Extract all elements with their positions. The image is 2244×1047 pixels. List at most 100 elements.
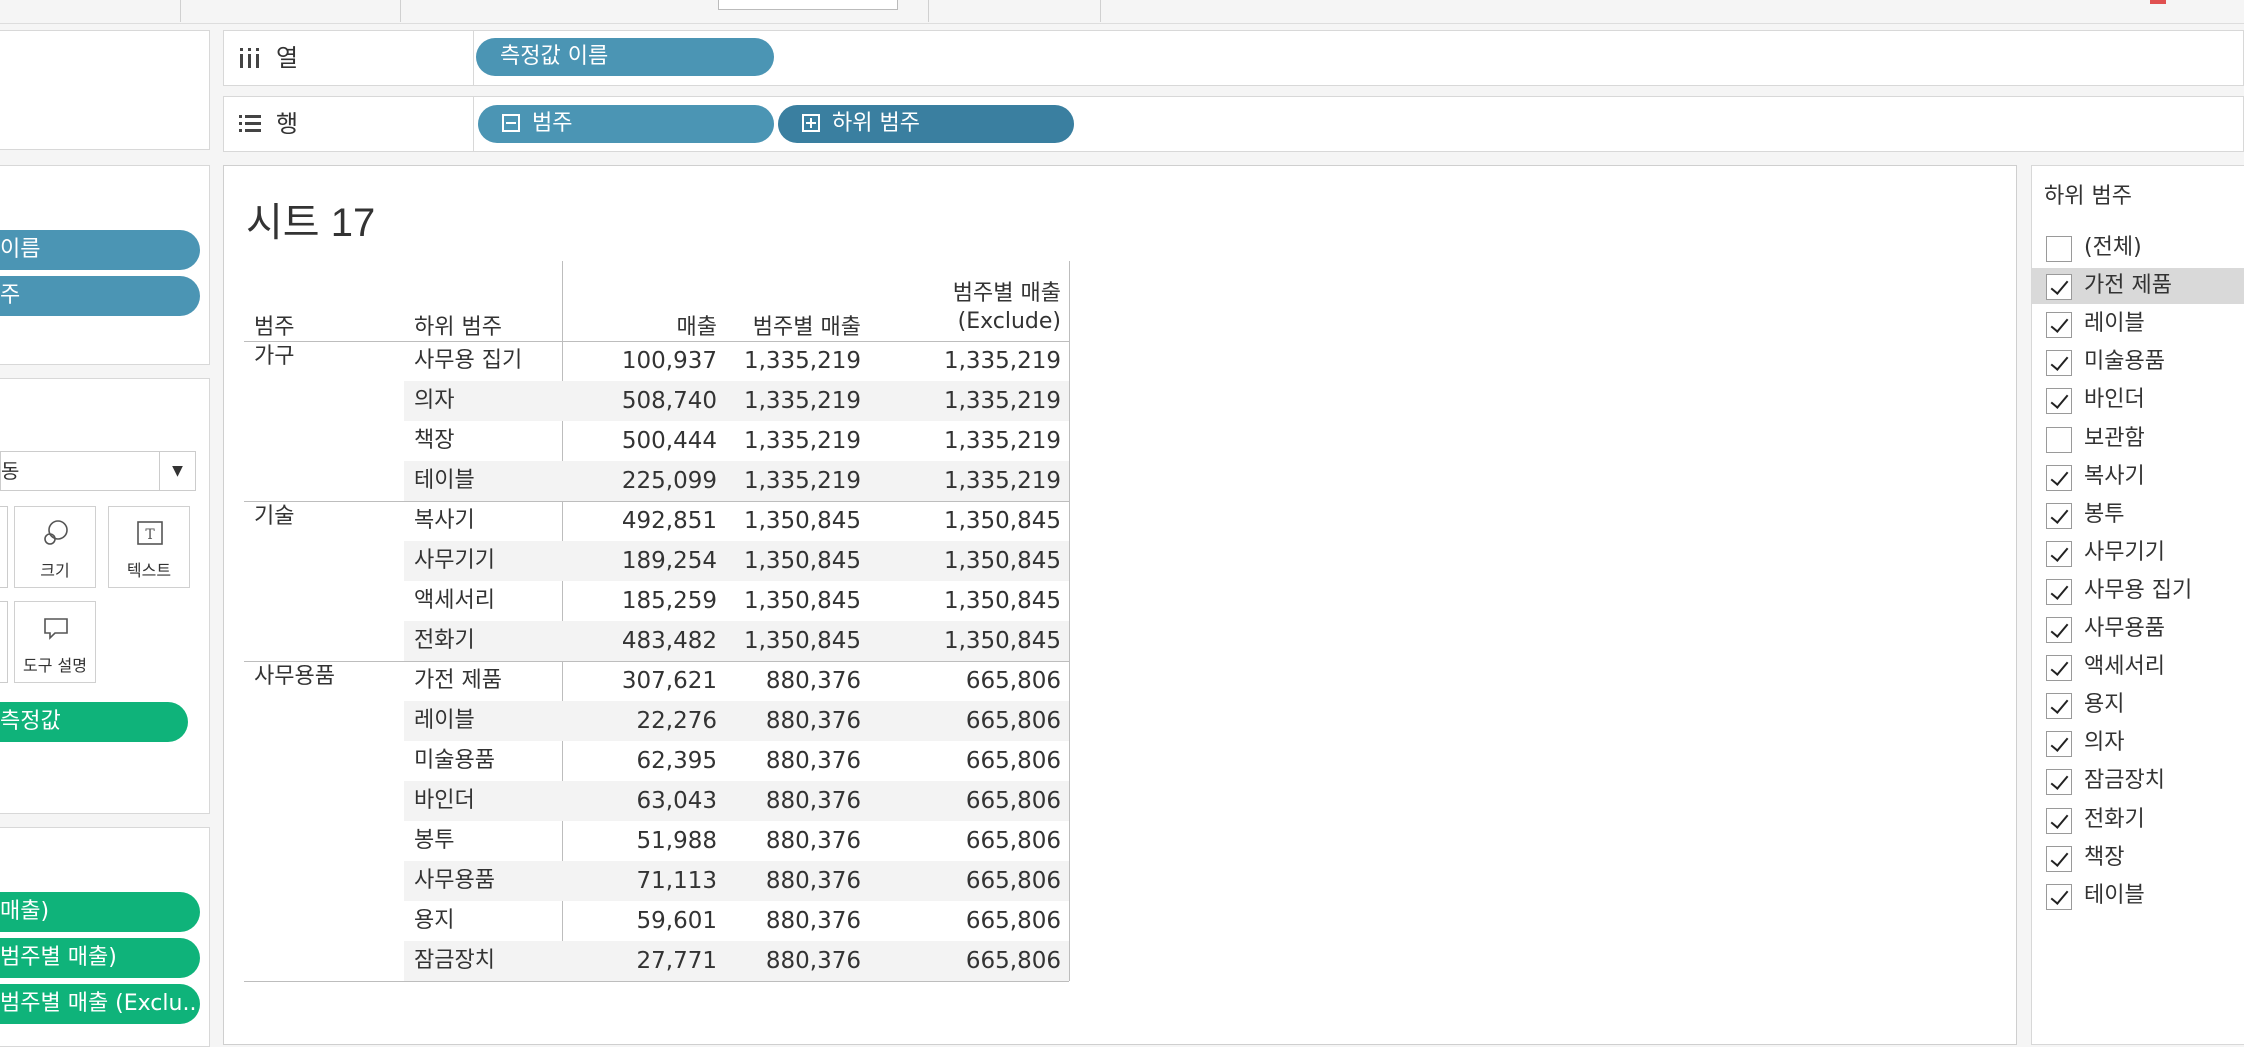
filter-item[interactable]: 사무용 집기 [2032,573,2244,609]
sales-cell: 483,482 [621,628,717,654]
header-sales-by-category-exclude: 범주별 매출 [952,281,1061,306]
tooltip-icon [44,618,68,640]
filter-item[interactable]: 잠금장치 [2032,763,2244,799]
tooltip-button[interactable]: 도구 설명 [14,601,96,683]
subcategory-cell: 미술용품 [414,748,495,773]
sales-cell: 508,740 [621,388,717,414]
color-button[interactable] [0,506,8,588]
subcategory-filter-card: 하위 범주 (전체) 가전 제품 레이블 미술용품 바인더 보관함 복사기 봉투 사무기기 사무용… [2031,165,2244,1045]
sales-cell: 100,937 [621,348,717,374]
subcategory-cell: 의자 [414,388,455,413]
detail-button[interactable] [0,601,8,683]
checkbox-checked[interactable] [2046,617,2072,643]
measure-names-pill[interactable]: 이름 [0,230,200,270]
filter-item[interactable]: (전체) [2032,230,2244,266]
filter-item[interactable]: 사무기기 [2032,535,2244,571]
toolbar-dropdown[interactable] [718,0,898,10]
subcategory-cell: 테이블 [414,468,475,493]
checkbox-checked[interactable] [2046,845,2072,872]
filter-item[interactable]: 의자 [2032,725,2244,761]
sales-cell: 22,276 [636,708,717,734]
filter-item[interactable]: 복사기 [2032,459,2244,495]
filter-item[interactable]: 가전 제품 [2032,268,2244,305]
filter-item[interactable]: 보관함 [2032,421,2244,457]
filter-item-label: 미술용품 [2084,349,2165,375]
expand-icon[interactable] [802,114,820,132]
subcategory-cell: 용지 [414,908,455,933]
sales-by-category-exclude-cell: 665,806 [965,748,1061,774]
subcategory-cell: 사무용품 [414,868,495,893]
text-button[interactable]: T 텍스트 [108,506,190,588]
category-pill[interactable]: 주 [0,276,200,316]
checkbox-checked[interactable] [2046,312,2072,339]
sales-cell: 27,771 [636,948,717,974]
category-cell: 가구 [254,344,295,369]
checkbox-checked[interactable] [2046,388,2072,415]
sales-cell: 189,254 [621,548,717,574]
filter-item-label: 가전 제품 [2084,273,2172,299]
checkbox-checked[interactable] [2046,350,2072,377]
subcategory-row-pill[interactable]: 하위 범주 [778,105,1074,143]
sales-pill[interactable]: 매출) [0,892,200,932]
checkbox-checked[interactable] [2046,693,2072,720]
column-divider [1069,261,1070,981]
checkbox-checked[interactable] [2046,883,2072,910]
pill-label: 매출) [0,899,50,924]
sales-by-category-pill[interactable]: 범주별 매출) [0,938,200,978]
collapse-icon[interactable] [502,114,520,132]
checkbox-checked[interactable] [2046,655,2072,682]
filter-item[interactable]: 레이블 [2032,306,2244,342]
sales-by-category-exclude-cell: 665,806 [965,788,1061,814]
checkbox-checked[interactable] [2046,578,2072,605]
header-sales-by-category: 범주별 매출 [752,315,861,340]
filter-item[interactable]: 책장 [2032,840,2244,876]
filter-item[interactable]: 바인더 [2032,382,2244,418]
sales-by-category-exclude-cell: 1,335,219 [943,388,1061,414]
filter-item[interactable]: 사무용품 [2032,611,2244,647]
filter-item[interactable]: 테이블 [2032,878,2244,914]
checkbox-checked[interactable] [2046,807,2072,834]
sales-cell: 225,099 [621,468,717,494]
filter-item[interactable]: 액세서리 [2032,649,2244,685]
checkbox-checked[interactable] [2046,731,2072,758]
measure-names-column-pill[interactable]: 측정값 이름 [476,38,774,76]
sales-by-category-exclude-cell: 665,806 [965,908,1061,934]
checkbox-checked[interactable] [2046,502,2072,529]
sales-by-category-exclude-pill[interactable]: 범주별 매출 (Exclu.. [0,984,200,1024]
filter-item[interactable]: 봉투 [2032,497,2244,533]
sales-cell: 71,113 [636,868,717,894]
filter-item[interactable]: 미술용품 [2032,344,2244,380]
checkbox-checked[interactable] [2046,274,2072,301]
sales-by-category-exclude-cell: 665,806 [965,948,1061,974]
checkbox-unchecked[interactable] [2046,236,2072,262]
pages-panel: 이름 주 [0,165,210,365]
svg-text:T: T [145,527,155,543]
toolbar-icon[interactable] [2150,0,2166,4]
rows-shelf[interactable]: 행 범주 하위 범주 [223,96,2244,152]
checkbox-checked[interactable] [2046,540,2072,567]
size-button[interactable]: 크기 [14,506,96,588]
filter-item-label: 바인더 [2084,387,2145,413]
sales-by-category-exclude-cell: 1,350,845 [943,548,1061,574]
sales-by-category-exclude-cell: 1,335,219 [943,348,1061,374]
filter-item[interactable]: 용지 [2032,687,2244,723]
rows-shelf-label: 행 [224,97,474,151]
category-row-pill[interactable]: 범주 [478,105,774,143]
sales-by-category-cell: 1,350,845 [743,588,861,614]
mark-type-dropdown[interactable]: 동 ▼ [0,451,196,491]
checkbox-unchecked[interactable] [2046,426,2072,453]
tooltip-label: 도구 설명 [23,656,87,675]
filter-item[interactable]: 전화기 [2032,802,2244,838]
sales-cell: 500,444 [621,428,717,454]
checkbox-checked[interactable] [2046,769,2072,796]
columns-shelf[interactable]: 열 측정값 이름 [223,30,2244,86]
checkbox-checked[interactable] [2046,464,2072,491]
pill-label: 측정값 이름 [500,44,609,69]
filter-item-label: 액세서리 [2084,654,2165,680]
filter-item-label: 전화기 [2084,806,2145,832]
subcategory-cell: 사무기기 [414,548,495,573]
measure-values-pill[interactable]: 측정값 [0,702,188,742]
sales-by-category-cell: 880,376 [765,828,861,854]
sales-by-category-exclude-cell: 665,806 [965,828,1061,854]
subcategory-cell: 전화기 [414,628,475,653]
